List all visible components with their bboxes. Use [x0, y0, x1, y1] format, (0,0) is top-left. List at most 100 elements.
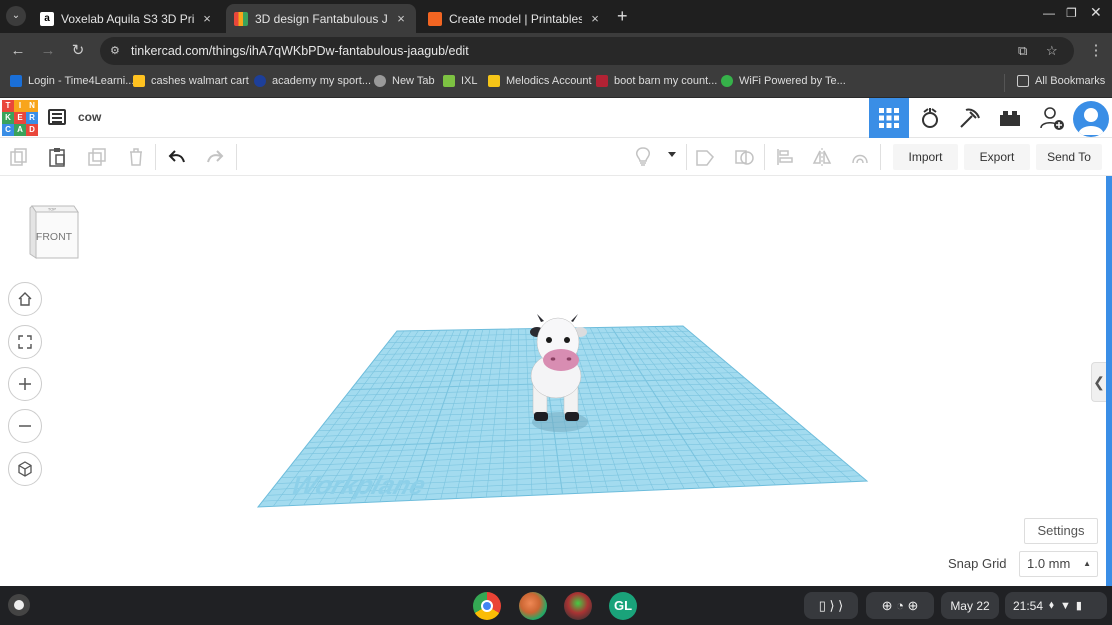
site-info-icon[interactable]: ⚙	[110, 44, 124, 58]
shapes-panel-toggle[interactable]: ❮	[1091, 362, 1106, 402]
bookmark-item[interactable]: IXL	[443, 75, 478, 87]
bookmark-item[interactable]: Melodics Account	[488, 75, 592, 87]
back-arrow-icon[interactable]: ←	[8, 41, 28, 61]
chrome-menu-icon[interactable]: ⋮	[1086, 41, 1106, 61]
design-name[interactable]: cow	[78, 110, 101, 124]
bookmark-favicon-icon	[133, 75, 145, 87]
cruise-icon[interactable]	[850, 147, 870, 167]
tab-tinkercad[interactable]: 3D design Fantabulous Jaagub ×	[226, 4, 416, 33]
settings-button[interactable]: Settings	[1024, 518, 1098, 544]
grid-icon	[879, 108, 899, 128]
cast-icon[interactable]: ⧉	[1018, 43, 1027, 59]
tinkercad-header: TINKERCAD cow	[0, 98, 1112, 138]
home-view-button[interactable]	[8, 282, 42, 316]
folder-icon	[1017, 75, 1029, 87]
bookmark-item[interactable]: Login - Time4Learni...	[10, 75, 134, 87]
perspective-button[interactable]	[8, 452, 42, 486]
align-icon[interactable]	[775, 147, 795, 167]
logo-letter: E	[14, 112, 26, 124]
view-cube-top-label: TOP	[48, 207, 56, 212]
zoom-in-button[interactable]	[8, 367, 42, 401]
bookmark-favicon-icon	[10, 75, 22, 87]
snap-grid-select[interactable]: 1.0 mm ▲	[1019, 551, 1098, 577]
import-button[interactable]: Import	[893, 144, 958, 170]
3d-design-mode-button[interactable]	[869, 98, 909, 138]
wifi-favicon-icon	[721, 75, 733, 87]
forward-arrow-icon[interactable]: →	[38, 41, 58, 61]
blocks-mode-button[interactable]	[950, 98, 990, 138]
close-window-icon[interactable]: ✕	[1090, 4, 1102, 21]
close-tab-icon[interactable]: ×	[200, 11, 214, 26]
tab-voxelab[interactable]: a Voxelab Aquila S3 3D Printer w ×	[32, 4, 222, 33]
new-tab-button[interactable]: +	[617, 6, 628, 26]
address-bar[interactable]: ⚙ tinkercad.com/things/ihA7qWKbPDw-fanta…	[100, 37, 1074, 65]
bookmark-item[interactable]: academy my sport...	[254, 75, 371, 87]
tab-title: Voxelab Aquila S3 3D Printer w	[61, 11, 194, 26]
workplane[interactable]: Workplane	[0, 176, 1106, 586]
sim-lab-mode-button[interactable]	[910, 98, 950, 138]
brick-icon	[1000, 111, 1020, 126]
avatar-icon	[1078, 108, 1104, 135]
bookmark-item[interactable]: boot barn my count...	[596, 75, 717, 87]
bookmark-favicon-icon	[488, 75, 500, 87]
launcher-icon[interactable]	[8, 594, 30, 616]
restore-icon[interactable]: ❐	[1066, 6, 1077, 20]
bookmark-item[interactable]: WiFi Powered by Te...	[721, 75, 846, 87]
chevron-down-icon: ▲	[1083, 559, 1091, 568]
bookmark-item[interactable]: cashes walmart cart	[133, 75, 249, 87]
logo-letter: I	[14, 100, 26, 112]
copy-icon[interactable]	[9, 147, 29, 167]
fit-view-button[interactable]	[8, 325, 42, 359]
time-text: 21:54	[1013, 598, 1044, 613]
bookmark-item[interactable]: New Tab	[374, 75, 435, 87]
globe-icon	[374, 75, 386, 87]
add-user-icon	[1040, 107, 1064, 130]
undo-icon[interactable]	[167, 147, 187, 167]
group-icon[interactable]	[695, 147, 715, 167]
tinkercad-logo[interactable]: TINKERCAD	[2, 100, 38, 136]
workspace-scrollbar[interactable]	[1106, 176, 1112, 586]
send-to-button[interactable]: Send To	[1036, 144, 1102, 170]
paste-icon[interactable]	[47, 147, 67, 167]
tab-printables[interactable]: Create model | Printables.com ×	[420, 4, 610, 33]
workspace-canvas[interactable]: Workplane TOP FRONT ❮ Settings Snap Grid	[0, 176, 1106, 586]
game-app-icon[interactable]	[564, 592, 592, 620]
design-list-icon[interactable]	[48, 109, 66, 125]
browser-toolbar: ← → ↻ ⚙ tinkercad.com/things/ihA7qWKbPDw…	[0, 33, 1112, 69]
holding-space-tray[interactable]: ▯ ⟩ ⟩	[804, 592, 858, 619]
power-icon: ⬧	[1049, 599, 1054, 611]
screen-capture-tray[interactable]: ⊕ ◔ ⊕	[866, 592, 934, 619]
gl-app-icon[interactable]: GL	[609, 592, 637, 620]
date-text: May 22	[950, 598, 990, 613]
lightbulb-icon[interactable]	[633, 147, 653, 167]
close-tab-icon[interactable]: ×	[394, 11, 408, 26]
view-cube[interactable]: TOP FRONT	[26, 200, 80, 262]
logo-letter: C	[2, 124, 14, 136]
zoom-out-button[interactable]	[8, 409, 42, 443]
game-app-icon[interactable]	[519, 592, 547, 620]
url-text[interactable]: tinkercad.com/things/ihA7qWKbPDw-fantabu…	[131, 44, 469, 58]
bricks-mode-button[interactable]	[990, 98, 1030, 138]
ungroup-icon[interactable]	[734, 147, 754, 167]
os-taskbar: GL ▯ ⟩ ⟩ ⊕ ◔ ⊕ May 22 21:54 ⬧ ▼ ▮	[0, 586, 1112, 625]
mirror-icon[interactable]	[812, 147, 832, 167]
close-tab-icon[interactable]: ×	[588, 11, 602, 26]
export-button[interactable]: Export	[964, 144, 1030, 170]
tab-search-chevron-icon[interactable]: ⌄	[6, 6, 26, 26]
dropdown-caret-icon[interactable]	[668, 152, 676, 157]
duplicate-icon[interactable]	[87, 147, 107, 167]
bookmark-star-icon[interactable]: ☆	[1046, 43, 1058, 59]
date-tray[interactable]: May 22	[941, 592, 999, 619]
all-bookmarks-button[interactable]: All Bookmarks	[1017, 75, 1105, 87]
redo-icon[interactable]	[205, 147, 225, 167]
status-tray[interactable]: 21:54 ⬧ ▼ ▮	[1005, 592, 1107, 619]
user-avatar[interactable]	[1073, 101, 1109, 137]
file-icon: ▯ ⟩ ⟩	[818, 597, 844, 613]
chrome-app-icon[interactable]	[473, 592, 501, 620]
reload-icon[interactable]: ↻	[68, 41, 88, 61]
minimize-icon[interactable]: —	[1043, 6, 1055, 20]
toolbar-separator	[880, 144, 881, 170]
delete-icon[interactable]	[126, 147, 146, 167]
invite-collaborator-button[interactable]	[1032, 98, 1072, 138]
home-icon	[18, 292, 32, 306]
